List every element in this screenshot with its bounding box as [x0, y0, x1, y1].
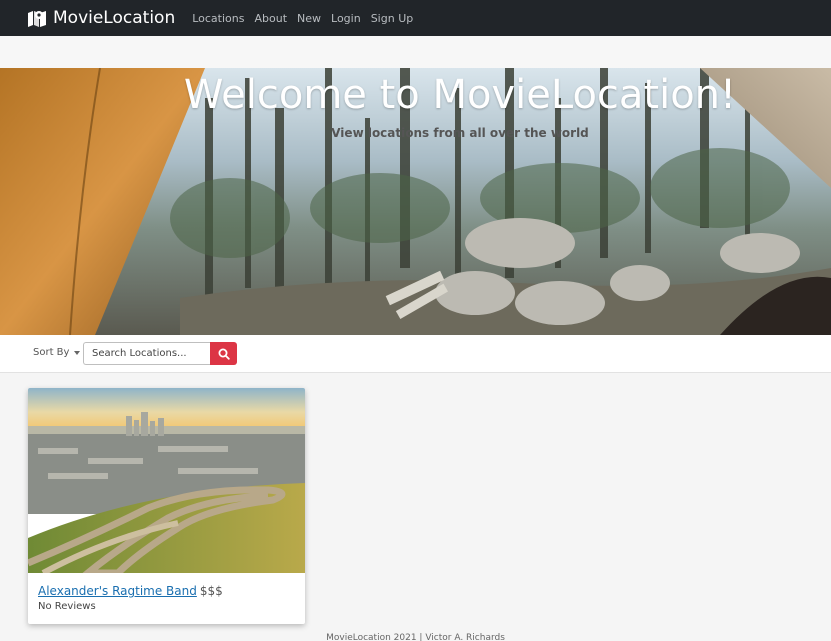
nav-link-locations[interactable]: Locations — [192, 12, 244, 25]
nav-link-login[interactable]: Login — [331, 12, 361, 25]
spacer-band — [0, 36, 831, 68]
caret-down-icon — [74, 350, 81, 355]
map-icon — [28, 11, 46, 27]
location-photo[interactable] — [28, 388, 305, 573]
search-icon — [218, 348, 230, 360]
nav-link-about[interactable]: About — [254, 12, 287, 25]
navbar: MovieLocation Locations About New Login … — [0, 0, 831, 36]
sort-dropdown[interactable]: Sort By — [33, 347, 81, 358]
location-title-link[interactable]: Alexander's Ragtime Band — [38, 584, 197, 598]
hero-title: Welcome to MovieLocation! — [183, 72, 737, 118]
location-card: Alexander's Ragtime Band $$$ No Reviews — [28, 388, 305, 624]
sort-label: Sort By — [33, 347, 70, 358]
brand-link[interactable]: MovieLocation — [27, 8, 175, 28]
nav-link-new[interactable]: New — [297, 12, 321, 25]
search-input[interactable] — [83, 342, 211, 365]
card-title-row: Alexander's Ragtime Band $$$ — [38, 584, 223, 598]
footer-text: MovieLocation 2021 | Victor A. Richards — [326, 633, 505, 641]
nav-link-signup[interactable]: Sign Up — [371, 12, 414, 25]
hero-banner: Welcome to MovieLocation! View locations… — [0, 68, 831, 335]
review-count: No Reviews — [38, 601, 96, 612]
nav-links: Locations About New Login Sign Up — [192, 12, 423, 25]
price-level: $$$ — [199, 584, 223, 598]
search-button[interactable] — [210, 342, 237, 365]
hero-subtitle: View locations from all over the world — [331, 126, 589, 140]
brand-name: MovieLocation — [53, 8, 176, 28]
filter-toolbar: Sort By — [0, 335, 831, 373]
